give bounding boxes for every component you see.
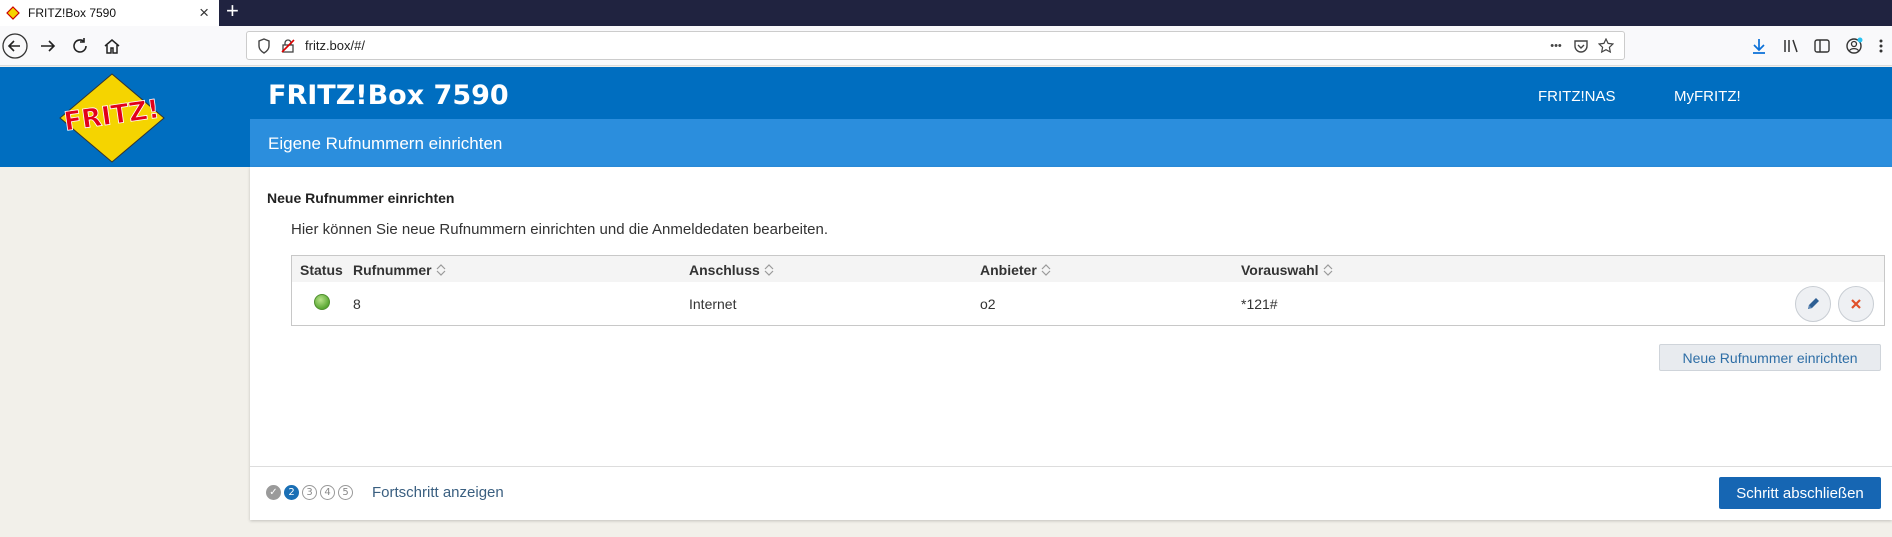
cell-connection: Internet <box>689 296 737 312</box>
cell-number: 8 <box>353 296 361 312</box>
column-header-label: Anbieter <box>980 262 1037 278</box>
column-header-number[interactable]: Rufnummer <box>353 262 446 278</box>
section-title: Neue Rufnummer einrichten <box>267 190 455 206</box>
cell-preselect: *121# <box>1241 296 1278 312</box>
cell-provider: o2 <box>980 296 996 312</box>
fritz-favicon-icon <box>6 6 20 20</box>
finish-step-button[interactable]: Schritt abschließen <box>1719 477 1881 509</box>
tab-close-icon[interactable]: × <box>199 3 209 23</box>
insecure-connection-icon[interactable] <box>279 37 297 55</box>
account-icon <box>1846 37 1863 54</box>
column-header-provider[interactable]: Anbieter <box>980 262 1051 278</box>
reload-button[interactable] <box>67 33 93 59</box>
back-button[interactable] <box>2 33 28 59</box>
new-tab-button[interactable]: + <box>226 0 239 24</box>
status-active-icon <box>314 294 330 310</box>
page-actions-icon[interactable]: ••• <box>1545 37 1567 55</box>
library-icon <box>1784 39 1798 53</box>
step-indicator: ✓ 2 3 4 5 <box>266 485 353 500</box>
sort-icon <box>1323 264 1332 276</box>
account-button[interactable] <box>1841 33 1867 59</box>
table-header <box>292 256 1884 282</box>
forward-button[interactable] <box>35 33 61 59</box>
show-progress-link[interactable]: Fortschritt anzeigen <box>372 484 504 501</box>
menu-dots-icon <box>1879 39 1883 53</box>
footer-divider <box>250 466 1892 467</box>
column-header-label: Rufnummer <box>353 262 432 278</box>
step-4: 4 <box>320 485 335 500</box>
column-header-label: Anschluss <box>689 262 760 278</box>
sort-icon <box>1041 264 1051 276</box>
step-3: 3 <box>302 485 317 500</box>
column-header-label: Vorauswahl <box>1241 262 1319 278</box>
url-text: fritz.box/#/ <box>305 38 365 53</box>
browser-tabbar: FRITZ!Box 7590 × + <box>0 0 1892 26</box>
tab-title: FRITZ!Box 7590 <box>28 6 117 20</box>
delete-button[interactable] <box>1838 286 1874 322</box>
close-icon <box>1851 299 1861 309</box>
library-button[interactable] <box>1778 33 1804 59</box>
add-number-button[interactable]: Neue Rufnummer einrichten <box>1659 344 1881 371</box>
sort-icon <box>436 264 445 276</box>
pocket-icon[interactable] <box>1572 37 1590 55</box>
home-icon <box>104 39 120 54</box>
edit-button[interactable] <box>1795 286 1831 322</box>
section-description: Hier können Sie neue Rufnummern einricht… <box>291 221 829 238</box>
back-arrow-icon <box>2 33 28 59</box>
phone-number-table: Status Rufnummer Anschluss Anbieter Vora… <box>291 255 1885 326</box>
sub-header-title: Eigene Rufnummern einrichten <box>268 134 503 153</box>
content-panel <box>250 167 1892 520</box>
myfritz-link[interactable]: MyFRITZ! <box>1674 88 1741 105</box>
pencil-icon <box>1808 298 1819 309</box>
column-header-preselect[interactable]: Vorauswahl <box>1241 262 1333 278</box>
sidebar-button[interactable] <box>1809 33 1835 59</box>
step-2-current: 2 <box>284 485 299 500</box>
step-1-done: ✓ <box>266 485 281 500</box>
sort-icon <box>764 264 774 276</box>
downloads-button[interactable] <box>1746 33 1772 59</box>
column-header-label: Status <box>300 262 343 278</box>
download-icon <box>1753 39 1765 54</box>
fritz-nas-link[interactable]: FRITZ!NAS <box>1538 88 1616 105</box>
forward-arrow-icon <box>41 40 56 52</box>
menu-button[interactable] <box>1874 33 1888 59</box>
browser-tab[interactable]: FRITZ!Box 7590 × <box>0 0 219 26</box>
fritz-logo[interactable]: FRITZ! <box>52 72 172 164</box>
shield-icon[interactable] <box>255 37 273 55</box>
url-bar[interactable]: fritz.box/#/ ••• <box>246 31 1625 60</box>
sidebar-icon <box>1814 39 1830 53</box>
column-header-connection[interactable]: Anschluss <box>689 262 774 278</box>
bookmark-star-icon[interactable] <box>1597 37 1615 55</box>
browser-navbar: fritz.box/#/ ••• <box>0 26 1892 66</box>
home-button[interactable] <box>99 33 125 59</box>
page-title: FRITZ!Box 7590 <box>268 80 509 111</box>
reload-icon <box>73 38 87 53</box>
column-header-status: Status <box>300 262 343 278</box>
step-5: 5 <box>338 485 353 500</box>
